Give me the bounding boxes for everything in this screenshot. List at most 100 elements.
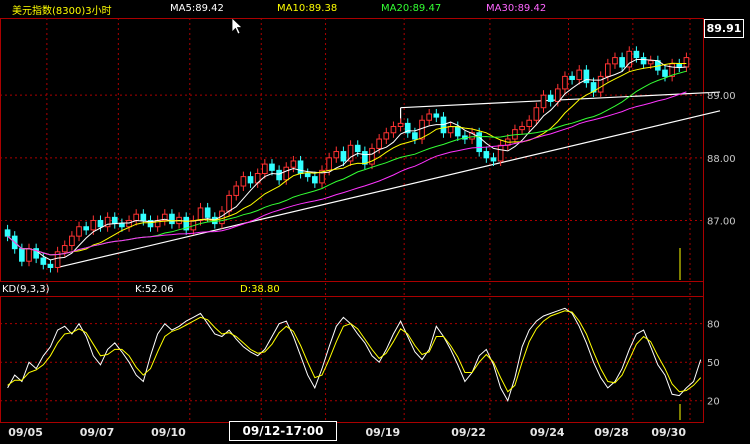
candle-body: [519, 126, 525, 131]
candle-body: [447, 126, 454, 134]
candle-body: [419, 119, 425, 140]
candle-body: [390, 126, 397, 134]
candle-body: [397, 122, 404, 128]
candle-body: [90, 219, 97, 231]
candle-body: [633, 50, 640, 59]
candle-body: [354, 144, 361, 153]
candle-body: [69, 235, 75, 247]
candle-body: [169, 213, 175, 225]
k-readout: K:52.06: [135, 284, 174, 295]
moving-average-lines: [7, 59, 687, 261]
candle-body: [197, 207, 204, 221]
candle-body: [554, 88, 561, 102]
d-readout: D:38.80: [240, 284, 280, 295]
candle-body: [40, 257, 47, 265]
kd-pane-frame: [0, 296, 704, 423]
candle-body: [133, 213, 140, 221]
candle-body: [76, 226, 82, 237]
chart-window: 美元指数(8300)3小时 MA5:89.42 MA10:89.38 MA20:…: [0, 0, 750, 444]
price-tick-label: 89.00: [707, 91, 736, 102]
candle-body: [47, 263, 54, 268]
candle-body: [297, 160, 304, 174]
candle-body: [326, 157, 332, 171]
candle-body: [662, 69, 668, 77]
candle-body: [283, 166, 290, 181]
last-price-value: 89.91: [706, 22, 742, 35]
candle-body: [233, 185, 240, 196]
price-tick-label: 87.00: [707, 216, 736, 227]
candle-body: [612, 57, 618, 65]
chart-canvas[interactable]: 89.00 88.00 87.00 80 50 20 09/05 09/07 09/10 09/…: [0, 0, 750, 444]
candle-body: [647, 60, 654, 65]
candle-body: [83, 226, 89, 231]
candle-body: [497, 144, 504, 162]
candle-body: [26, 248, 32, 262]
kd-lines: [7, 248, 702, 420]
candle-body: [290, 160, 297, 168]
candle-body: [640, 57, 647, 65]
candle-body: [383, 132, 390, 140]
last-price-box: 89.91: [704, 19, 744, 38]
x-tick-label: 09/05: [8, 426, 43, 439]
candle-body: [240, 176, 247, 187]
candle-body: [433, 113, 440, 118]
x-tick-label: 09/10: [151, 426, 186, 439]
cursor-date-label: 09/12-17:00: [242, 424, 324, 438]
kd-indicator-name: KD(9,3,3): [2, 284, 50, 295]
candle-body: [126, 219, 132, 228]
candle-body: [61, 245, 68, 253]
candle-body: [533, 107, 540, 121]
candle-body: [576, 69, 583, 81]
x-tick-label: 09/24: [530, 426, 565, 439]
candle-body: [619, 57, 625, 68]
candle-body: [547, 94, 554, 102]
candle-body: [340, 151, 347, 162]
candle-body: [676, 63, 683, 68]
ma30-line: [7, 91, 687, 256]
ma5-line: [7, 59, 687, 261]
candle-body: [276, 169, 282, 181]
kd-tick-label: 50: [707, 358, 720, 369]
x-tick-label: 09/07: [80, 426, 115, 439]
k-line: [7, 307, 702, 402]
x-tick-label: 09/30: [651, 426, 686, 439]
candle-body: [683, 57, 690, 68]
x-axis-ticks: 09/0509/0709/1009/1609/1909/2209/2409/28…: [8, 426, 686, 439]
candle-body: [111, 216, 118, 225]
candle-body: [4, 229, 11, 237]
d-line: [7, 310, 702, 393]
x-tick-label: 09/22: [451, 426, 486, 439]
candle-body: [312, 176, 318, 184]
candle-body: [605, 63, 611, 77]
candle-body: [540, 94, 547, 109]
candle-body: [304, 172, 311, 178]
price-tick-label: 88.00: [707, 154, 736, 165]
candle-body: [362, 151, 368, 165]
kd-tick-label: 80: [707, 320, 720, 331]
y-axis-ticks: 89.00 88.00 87.00 80 50 20: [707, 91, 736, 408]
candle-body: [476, 132, 483, 153]
candle-body: [333, 151, 340, 159]
candle-body: [269, 163, 275, 171]
candle-body: [376, 138, 382, 149]
candle-body: [562, 75, 568, 90]
candle-body: [526, 119, 533, 128]
candle-body: [454, 126, 461, 137]
candle-body: [119, 223, 125, 228]
candle-body: [426, 113, 432, 121]
candle-body: [19, 248, 25, 262]
cursor-date-box: 09/12-17:00: [229, 421, 337, 441]
x-tick-label: 09/28: [594, 426, 629, 439]
candle-body: [483, 151, 490, 159]
candle-body: [262, 163, 268, 174]
candle-body: [226, 194, 232, 212]
candle-body: [490, 157, 497, 162]
candle-body: [97, 219, 104, 228]
candle-body: [247, 176, 254, 184]
kd-tick-label: 20: [707, 397, 720, 408]
candle-body: [412, 132, 418, 140]
candle-body: [140, 213, 147, 221]
x-tick-label: 09/19: [366, 426, 401, 439]
candle-body: [569, 75, 575, 81]
candle-body: [597, 75, 604, 93]
